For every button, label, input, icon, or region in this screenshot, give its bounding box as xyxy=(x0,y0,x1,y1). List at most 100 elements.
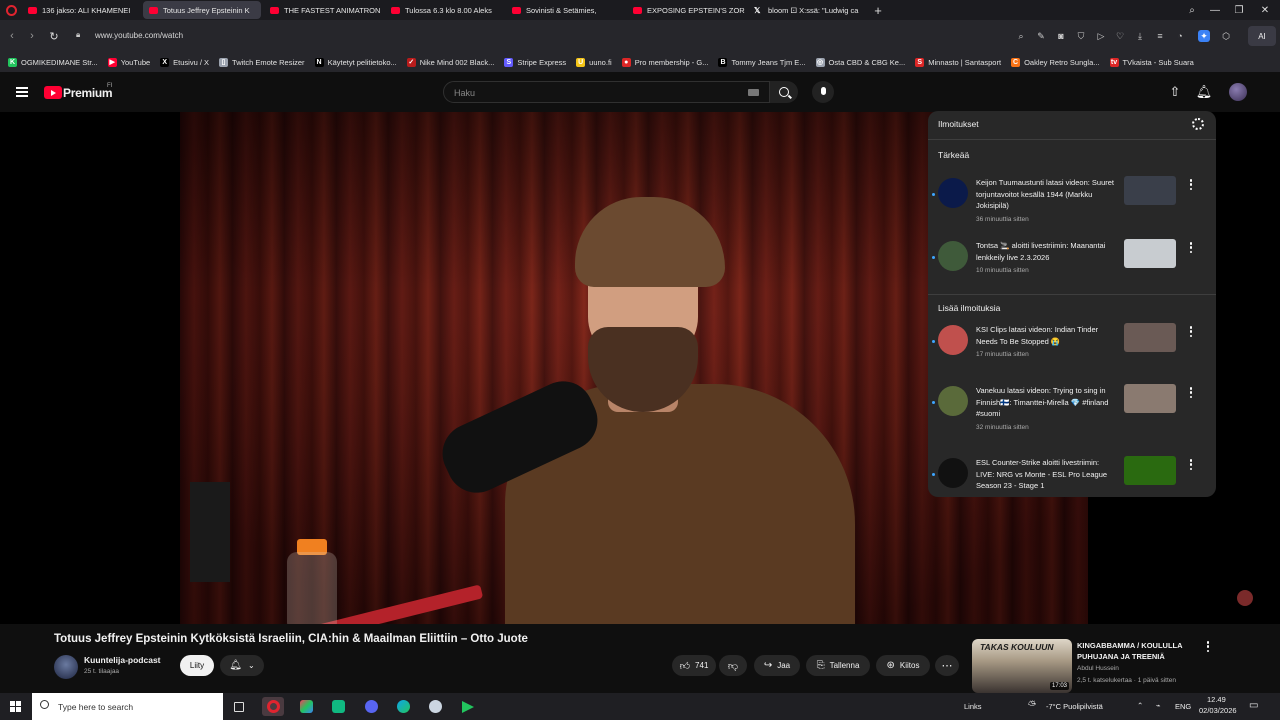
network-icon[interactable]: ⌁ xyxy=(1156,701,1161,710)
cube-icon[interactable]: ⬡ xyxy=(1220,30,1232,42)
notifications-bell-icon[interactable]: 🔔︎ xyxy=(1196,84,1213,100)
notification-more-icon[interactable] xyxy=(1188,242,1194,256)
edit-icon[interactable]: ✎ xyxy=(1035,30,1047,42)
notification-thumbnail[interactable] xyxy=(1124,323,1176,352)
minimize-icon[interactable]: — xyxy=(1203,0,1227,20)
tray-chevron-up-icon[interactable]: ⌃ xyxy=(1137,701,1143,710)
bookmark-item[interactable]: ● Pro membership - G... xyxy=(621,57,708,67)
notification-item[interactable]: Vanekuu latasi videon: Trying to sing in… xyxy=(928,379,1208,437)
bookmark-item[interactable]: S Stripe Express xyxy=(504,57,566,67)
weather-text[interactable]: -7°C Puolipilvistä xyxy=(1046,702,1103,711)
play-icon[interactable]: ▷ xyxy=(1095,30,1107,42)
search-tabs-icon[interactable]: ⌕ xyxy=(1180,0,1204,20)
channel-watermark-icon[interactable] xyxy=(1237,590,1253,606)
windows-start-icon[interactable] xyxy=(10,701,21,712)
bookmark-item[interactable]: Uuuno.fi xyxy=(576,57,612,67)
join-button[interactable]: Liity xyxy=(180,655,214,676)
browser-tab[interactable]: EXPOSING EPSTEIN'S ZOR xyxy=(627,1,745,19)
account-avatar[interactable] xyxy=(1229,83,1247,101)
menu-icon[interactable]: ≡ xyxy=(1154,30,1166,42)
notification-more-icon[interactable] xyxy=(1188,387,1194,401)
notification-more-icon[interactable] xyxy=(1188,326,1194,340)
bookmark-item[interactable]: K OGMIKEDIMANE Str... xyxy=(8,57,98,67)
download-icon[interactable]: ⤓ xyxy=(1134,30,1146,42)
recommended-more-icon[interactable] xyxy=(1204,641,1212,655)
app-icon-green[interactable] xyxy=(457,697,479,716)
more-actions-button[interactable]: ⋯ xyxy=(935,655,959,676)
recommended-thumbnail[interactable]: TAKAS KOULUUN 17:03 xyxy=(972,639,1072,693)
app-icon-colorful[interactable] xyxy=(295,697,317,716)
bookmark-item[interactable]: N Käytetyt pelitietoko... xyxy=(314,57,397,67)
brand-label[interactable]: Premium xyxy=(63,86,113,100)
links-toolbar[interactable]: Links xyxy=(964,702,982,711)
youtube-logo-icon[interactable] xyxy=(44,86,62,99)
upload-icon[interactable]: ⇧ xyxy=(1167,84,1183,100)
restore-icon[interactable]: ❐ xyxy=(1227,0,1251,20)
edge-icon[interactable] xyxy=(392,697,414,716)
subscription-bell-button[interactable]: 🔔︎ ⌄ xyxy=(220,655,264,676)
new-tab-button[interactable]: + xyxy=(869,1,887,19)
bookmark-item[interactable]: tv TVkaista - Sub Suara xyxy=(1109,57,1194,67)
settings-gear-icon[interactable] xyxy=(1192,118,1204,130)
notification-item[interactable]: Keijon Tuumaustunti latasi videon: Suure… xyxy=(928,171,1208,229)
voice-search-button[interactable] xyxy=(812,81,834,103)
forward-icon[interactable]: › xyxy=(24,28,40,44)
taskbar-search-input[interactable]: Type here to search xyxy=(32,693,223,720)
app-icon-grey[interactable] xyxy=(424,697,446,716)
notification-thumbnail[interactable] xyxy=(1124,239,1176,268)
clock-time[interactable]: 12.49 xyxy=(1207,695,1226,704)
camera-icon[interactable]: ◙ xyxy=(1055,30,1067,42)
opera-taskbar-icon[interactable] xyxy=(262,697,284,716)
bookmark-item[interactable]: C Oakley Retro Sungla... xyxy=(1011,57,1100,67)
bookmark-item[interactable]: S Minnasto | Santasport xyxy=(915,57,1001,67)
share-button[interactable]: ↪ Jaa xyxy=(754,655,800,676)
notification-thumbnail[interactable] xyxy=(1124,176,1176,205)
extension-icon[interactable]: ✦ xyxy=(1198,30,1210,42)
opera-logo-icon[interactable] xyxy=(0,0,22,20)
notification-item[interactable]: ESL Counter-Strike aloitti livestriimin:… xyxy=(928,451,1208,497)
browser-tab[interactable]: 𝕏bloom ⚀ X:ssä: "Ludwig ca xyxy=(748,1,866,19)
notification-avatar[interactable] xyxy=(938,386,968,416)
browser-tab[interactable]: Sovinisti & Setämies, xyxy=(506,1,624,19)
browser-tab[interactable]: 136 jakso: ALI KHAMENEI xyxy=(22,1,140,19)
clock-date[interactable]: 02/03/2026 xyxy=(1199,706,1237,715)
language-indicator[interactable]: ENG xyxy=(1175,702,1191,711)
bookmark-item[interactable]: B Tommy Jeans Tjm E... xyxy=(718,57,806,67)
zoom-icon[interactable]: ⌕ xyxy=(1015,30,1027,42)
recommended-title[interactable]: KINGABBAMMA / KOULULLA PUHUJANA JA TREEN… xyxy=(1077,640,1197,662)
reload-icon[interactable]: ↻ xyxy=(46,28,62,44)
browser-tab[interactable]: THE FASTEST ANIMATRON xyxy=(264,1,382,19)
url-field[interactable]: www.youtube.com/watch xyxy=(95,31,183,40)
keyboard-icon[interactable] xyxy=(748,89,759,96)
notification-more-icon[interactable] xyxy=(1188,179,1194,193)
notification-item[interactable]: Tontsa 🚬 aloitti livestriimin: Maanantai… xyxy=(928,234,1208,292)
notification-avatar[interactable] xyxy=(938,241,968,271)
profile-icon[interactable]: ◔ xyxy=(1174,30,1186,42)
dislike-button[interactable]: 👎︎ xyxy=(719,655,747,676)
browser-tab[interactable]: Tulossa 6.3 klo 8.00 Aleks xyxy=(385,1,503,19)
bookmark-item[interactable]: ◎ Osta CBD & CBG Ke... xyxy=(815,57,905,67)
search-button[interactable] xyxy=(770,81,798,103)
task-view-icon[interactable] xyxy=(228,697,250,716)
notification-thumbnail[interactable] xyxy=(1124,384,1176,413)
channel-avatar[interactable] xyxy=(54,655,78,679)
notifications-scrollbar[interactable] xyxy=(1209,141,1213,491)
notification-item[interactable]: KSI Clips latasi videon: Indian Tinder N… xyxy=(928,318,1208,376)
notification-avatar[interactable] xyxy=(938,325,968,355)
channel-name[interactable]: Kuuntelija-podcast xyxy=(84,655,161,665)
heart-icon[interactable]: ♡ xyxy=(1114,30,1126,42)
notification-avatar[interactable] xyxy=(938,178,968,208)
bookmark-item[interactable]: X Etusivu / X xyxy=(160,57,209,67)
notification-avatar[interactable] xyxy=(938,458,968,488)
close-icon[interactable]: ✕ xyxy=(1253,0,1277,20)
ai-button[interactable]: AI xyxy=(1248,26,1276,46)
notification-center-icon[interactable]: ▭ xyxy=(1249,700,1258,711)
shield-icon[interactable]: ⛉ xyxy=(1075,30,1087,42)
browser-tab[interactable]: Totuus Jeffrey Epsteinin K xyxy=(143,1,261,19)
bookmark-item[interactable]: ▯ Twitch Emote Resizer xyxy=(219,57,305,67)
notification-thumbnail[interactable] xyxy=(1124,456,1176,485)
spreadsheet-app-icon[interactable] xyxy=(327,697,349,716)
lock-icon[interactable]: 🔒︎ xyxy=(76,30,80,40)
like-button[interactable]: 👍︎ 741 xyxy=(672,655,716,676)
thanks-button[interactable]: ⊛ Kiitos xyxy=(876,655,930,676)
